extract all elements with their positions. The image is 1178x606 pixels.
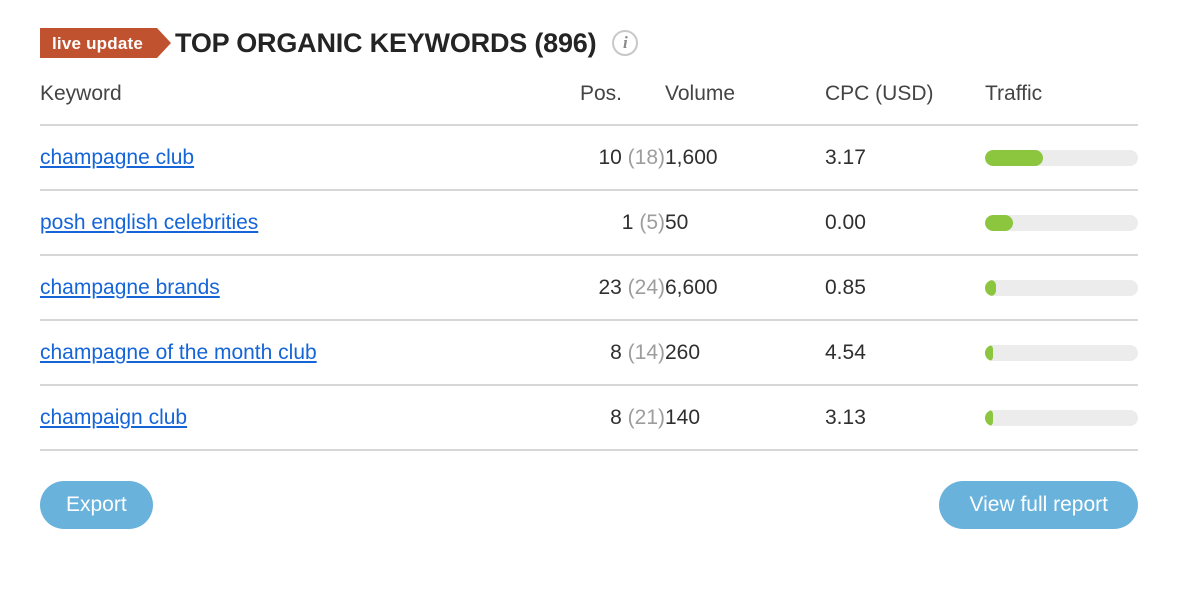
keyword-link[interactable]: champagne brands [40,276,220,299]
position-current: 10 [598,146,622,169]
position-previous: (24) [627,276,665,299]
cell-position: 10 (18) [580,125,665,191]
traffic-bar-fill [985,150,1044,166]
traffic-bar-fill [985,410,993,426]
cell-keyword: champagne brands [40,255,580,321]
live-update-badge: live update [40,28,172,58]
position-current: 8 [610,341,622,364]
traffic-bar-track [985,410,1138,426]
position-previous: (14) [627,341,665,364]
cell-traffic [985,320,1138,386]
table-row: posh english celebrities 1 (5) 50 0.00 [40,190,1138,256]
cell-position: 8 (14) [580,320,665,386]
keyword-link[interactable]: champagne of the month club [40,341,317,364]
table-row: champagne brands 23 (24) 6,600 0.85 [40,255,1138,321]
table-row: champaign club 8 (21) 140 3.13 [40,385,1138,451]
cell-keyword: champagne club [40,125,580,191]
cell-traffic [985,255,1138,321]
position-current: 8 [610,406,622,429]
cell-keyword: champaign club [40,385,580,451]
position-current: 23 [598,276,622,299]
column-header-cpc: CPC (USD) [825,82,985,126]
cell-cpc: 0.85 [825,255,985,321]
cell-cpc: 3.13 [825,385,985,451]
column-header-volume: Volume [665,82,825,126]
position-previous: (5) [639,211,665,234]
table-header-row: Keyword Pos. Volume CPC (USD) Traffic [40,82,1138,126]
keyword-link[interactable]: champaign club [40,406,187,429]
top-organic-keywords-widget: live update TOP ORGANIC KEYWORDS (896) i… [0,0,1178,606]
traffic-bar-track [985,280,1138,296]
position-current: 1 [621,211,634,234]
table-row: champagne of the month club 8 (14) 260 4… [40,320,1138,386]
position-previous: (18) [627,146,665,169]
cell-volume: 260 [665,320,825,386]
cell-cpc: 0.00 [825,190,985,256]
page-title: TOP ORGANIC KEYWORDS (896) [175,27,597,58]
cell-position: 23 (24) [580,255,665,321]
traffic-bar-fill [985,345,993,361]
cell-keyword: champagne of the month club [40,320,580,386]
table-row: champagne club 10 (18) 1,600 3.17 [40,125,1138,191]
traffic-bar-fill [985,215,1013,231]
info-icon[interactable]: i [612,30,639,56]
cell-volume: 140 [665,385,825,451]
column-header-traffic: Traffic [985,82,1138,126]
traffic-bar-track [985,150,1138,166]
position-previous: (21) [627,406,665,429]
column-header-pos: Pos. [580,82,665,126]
keyword-link[interactable]: posh english celebrities [40,211,258,234]
cell-volume: 6,600 [665,255,825,321]
cell-volume: 1,600 [665,125,825,191]
cell-cpc: 4.54 [825,320,985,386]
cell-traffic [985,125,1138,191]
traffic-bar-track [985,345,1138,361]
traffic-bar-track [985,215,1138,231]
cell-cpc: 3.17 [825,125,985,191]
cell-traffic [985,190,1138,256]
cell-volume: 50 [665,190,825,256]
keywords-table: Keyword Pos. Volume CPC (USD) Traffic ch… [40,82,1138,451]
cell-keyword: posh english celebrities [40,190,580,256]
cell-position: 1 (5) [580,190,665,256]
keyword-link[interactable]: champagne club [40,146,194,169]
traffic-bar-fill [985,280,996,296]
column-header-keyword: Keyword [40,82,580,126]
widget-footer: Export View full report [40,481,1138,530]
view-full-report-button[interactable]: View full report [939,481,1138,530]
cell-position: 8 (21) [580,385,665,451]
cell-traffic [985,385,1138,451]
export-button[interactable]: Export [40,481,153,530]
widget-header: live update TOP ORGANIC KEYWORDS (896) i [40,0,1138,82]
